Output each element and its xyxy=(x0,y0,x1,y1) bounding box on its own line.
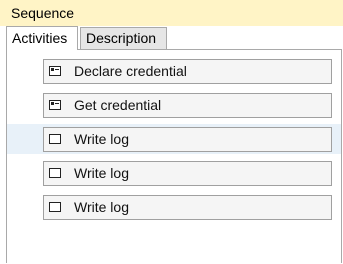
activity-declare-credential[interactable]: Declare credential xyxy=(43,59,332,84)
activity-row: Declare credential xyxy=(7,56,341,86)
credential-card-icon xyxy=(49,66,61,76)
activity-label: Write log xyxy=(74,165,129,181)
tab-activities[interactable]: Activities xyxy=(6,26,78,50)
tab-strip: Activities Description xyxy=(0,26,343,50)
activities-panel: Declare credential Get credential Write … xyxy=(6,49,342,263)
window-title: Sequence xyxy=(11,5,75,21)
activity-label: Write log xyxy=(74,199,129,215)
credential-card-icon xyxy=(49,100,61,110)
activity-row-selected: Write log xyxy=(7,124,341,154)
title-bar: Sequence xyxy=(0,0,343,26)
checkbox-icon xyxy=(49,202,61,212)
activity-label: Write log xyxy=(74,131,129,147)
activity-label: Declare credential xyxy=(74,63,187,79)
activity-write-log[interactable]: Write log xyxy=(43,127,332,152)
tab-description[interactable]: Description xyxy=(80,27,167,49)
activity-row: Get credential xyxy=(7,90,341,120)
checkbox-icon xyxy=(49,134,61,144)
activity-write-log[interactable]: Write log xyxy=(43,195,332,220)
activity-get-credential[interactable]: Get credential xyxy=(43,93,332,118)
activity-row: Write log xyxy=(7,158,341,188)
activity-label: Get credential xyxy=(74,97,162,113)
checkbox-icon xyxy=(49,168,61,178)
activity-row: Write log xyxy=(7,192,341,222)
activity-write-log[interactable]: Write log xyxy=(43,161,332,186)
